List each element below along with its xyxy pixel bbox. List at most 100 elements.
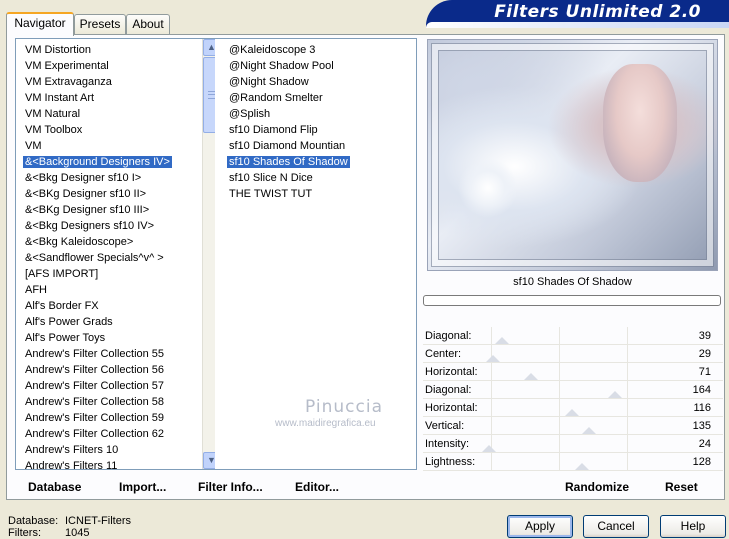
category-item[interactable]: VM Toolbox xyxy=(21,122,217,138)
category-item-label: VM xyxy=(25,140,42,152)
preview-filter-name: sf10 Shades Of Shadow xyxy=(513,276,632,288)
slider-thumb[interactable] xyxy=(581,427,596,434)
category-item-label: VM Natural xyxy=(25,108,81,120)
category-item[interactable]: Andrew's Filter Collection 55 xyxy=(21,346,217,362)
category-item[interactable]: Andrew's Filter Collection 62 xyxy=(21,426,217,442)
filter-item-label: sf10 Diamond Mountian xyxy=(229,140,346,152)
slider-row[interactable]: Diagonal: 39 xyxy=(423,327,723,345)
filter-item-label: @Splish xyxy=(229,108,271,120)
category-item[interactable]: Andrew's Filters 10 xyxy=(21,442,217,458)
reset-button-label: Reset xyxy=(665,480,698,494)
slider-thumb[interactable] xyxy=(486,355,501,362)
slider-label: Intensity: xyxy=(425,438,470,450)
apply-button[interactable]: Apply xyxy=(507,515,573,538)
filter-item[interactable]: sf10 Slice N Dice xyxy=(225,170,416,186)
filter-item[interactable]: @Kaleidoscope 3 xyxy=(225,42,416,58)
category-item[interactable]: Andrew's Filter Collection 57 xyxy=(21,378,217,394)
category-item-label: VM Toolbox xyxy=(25,124,83,136)
editor-button-label: Editor... xyxy=(295,480,340,494)
category-item[interactable]: Alf's Border FX xyxy=(21,298,217,314)
cancel-button[interactable]: Cancel xyxy=(583,515,649,538)
category-item-label: Andrew's Filter Collection 56 xyxy=(25,364,165,376)
slider-row[interactable]: Intensity: 24 xyxy=(423,435,723,453)
slider-row[interactable]: Center: 29 xyxy=(423,345,723,363)
slider-label: Diagonal: xyxy=(425,330,472,342)
category-item[interactable]: Andrew's Filter Collection 56 xyxy=(21,362,217,378)
database-label: Database: xyxy=(8,515,59,527)
slider-row[interactable]: Diagonal: 164 xyxy=(423,381,723,399)
filter-item[interactable]: sf10 Shades Of Shadow xyxy=(225,154,416,170)
filter-item[interactable]: @Night Shadow Pool xyxy=(225,58,416,74)
category-item-label: Andrew's Filters 10 xyxy=(25,444,119,456)
category-item[interactable]: &<Sandflower Specials^v^ > xyxy=(21,250,217,266)
slider-row[interactable]: Horizontal: 71 xyxy=(423,363,723,381)
slider-thumb[interactable] xyxy=(575,463,590,470)
slider-thumb[interactable] xyxy=(524,373,539,380)
randomize-button-label: Randomize xyxy=(565,480,630,494)
category-item-label: &<Background Designers IV> xyxy=(22,155,173,169)
randomize-button[interactable]: Randomize xyxy=(565,480,629,494)
slider-value: 135 xyxy=(692,420,711,432)
category-item[interactable]: Andrew's Filter Collection 58 xyxy=(21,394,217,410)
category-item[interactable]: &<BKg Designer sf10 II> xyxy=(21,186,217,202)
category-item[interactable]: &<Bkg Designer sf10 I> xyxy=(21,170,217,186)
category-item[interactable]: VM xyxy=(21,138,217,154)
import-button[interactable]: Import... xyxy=(119,480,166,494)
filter-item[interactable]: @Night Shadow xyxy=(225,74,416,90)
category-item[interactable]: Alf's Power Grads xyxy=(21,314,217,330)
slider-value: 29 xyxy=(698,348,711,360)
category-item-label: Andrew's Filter Collection 55 xyxy=(25,348,165,360)
editor-button[interactable]: Editor... xyxy=(295,480,339,494)
slider-label: Diagonal: xyxy=(425,384,472,396)
category-item-label: &<Sandflower Specials^v^ > xyxy=(25,252,164,264)
category-item[interactable]: VM Instant Art xyxy=(21,90,217,106)
filter-info-button[interactable]: Filter Info... xyxy=(198,480,263,494)
filter-item[interactable]: sf10 Diamond Mountian xyxy=(225,138,416,154)
filter-item-label: sf10 Diamond Flip xyxy=(229,124,318,136)
tab-navigator[interactable]: Navigator xyxy=(6,12,74,36)
slider-row[interactable]: Horizontal: 116 xyxy=(423,399,723,417)
database-button-label: Database xyxy=(28,480,82,494)
reset-button[interactable]: Reset xyxy=(665,480,698,494)
category-item[interactable]: VM Experimental xyxy=(21,58,217,74)
slider-thumb[interactable] xyxy=(607,391,622,398)
filter-item-label: sf10 Shades Of Shadow xyxy=(226,155,351,169)
database-button[interactable]: Database xyxy=(28,480,81,494)
category-item[interactable]: VM Extravaganza xyxy=(21,74,217,90)
slider-value: 39 xyxy=(698,330,711,342)
category-item[interactable]: &<Bkg Kaleidoscope> xyxy=(21,234,217,250)
slider-thumb[interactable] xyxy=(495,337,510,344)
category-item[interactable]: &<Background Designers IV> xyxy=(21,154,217,170)
category-item[interactable]: Andrew's Filters 11 xyxy=(21,458,217,470)
filter-item[interactable]: @Random Smelter xyxy=(225,90,416,106)
help-button[interactable]: Help xyxy=(660,515,726,538)
category-item[interactable]: VM Distortion xyxy=(21,42,217,58)
slider-row[interactable]: Lightness: 128 xyxy=(423,453,723,471)
progress-bar xyxy=(423,295,721,306)
slider-value: 128 xyxy=(692,456,711,468)
preview-frame xyxy=(432,44,713,266)
category-item[interactable]: &<BKg Designer sf10 III> xyxy=(21,202,217,218)
filter-item[interactable]: sf10 Diamond Flip xyxy=(225,122,416,138)
slider-row[interactable]: Vertical: 135 xyxy=(423,417,723,435)
category-item-label: VM Experimental xyxy=(25,60,109,72)
category-item[interactable]: &<Bkg Designers sf10 IV> xyxy=(21,218,217,234)
category-item-label: Andrew's Filters 11 xyxy=(25,460,118,470)
filter-item[interactable]: THE TWIST TUT xyxy=(225,186,416,202)
slider-thumb[interactable] xyxy=(564,409,579,416)
category-item[interactable]: Andrew's Filter Collection 59 xyxy=(21,410,217,426)
navigator-panel: VM Distortion VM Experimental VM Extravaga… xyxy=(6,34,725,500)
category-item-label: Andrew's Filter Collection 59 xyxy=(25,412,165,424)
slider-thumb[interactable] xyxy=(481,445,496,452)
category-list[interactable]: VM Distortion VM Experimental VM Extravaga… xyxy=(15,38,218,470)
category-item[interactable]: VM Natural xyxy=(21,106,217,122)
filter-item-label: @Night Shadow Pool xyxy=(229,60,334,72)
filter-item[interactable]: @Splish xyxy=(225,106,416,122)
category-item[interactable]: [AFS IMPORT] xyxy=(21,266,217,282)
slider-label: Center: xyxy=(425,348,462,360)
tab-presets[interactable]: Presets xyxy=(74,14,126,34)
category-item[interactable]: AFH xyxy=(21,282,217,298)
slider-value: 71 xyxy=(698,366,711,378)
tab-about[interactable]: About xyxy=(126,14,170,34)
category-item[interactable]: Alf's Power Toys xyxy=(21,330,217,346)
